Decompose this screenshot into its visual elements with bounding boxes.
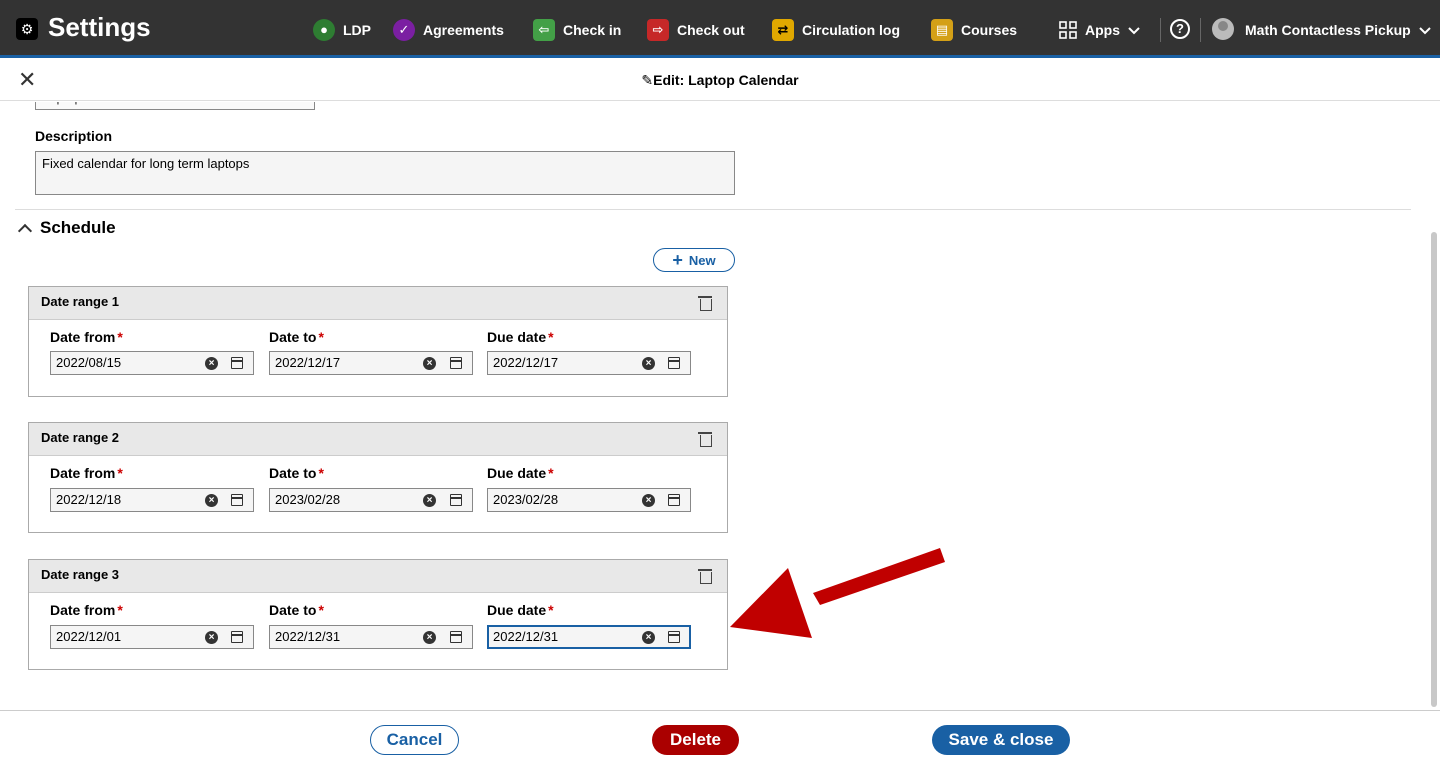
date-range-title: Date range 2 [41, 430, 120, 445]
due-date-input[interactable]: 2022/12/31 [487, 625, 691, 649]
clear-icon[interactable]: × [423, 357, 436, 370]
nav-item-circulation-log[interactable]: ⇄ Circulation log [772, 17, 900, 43]
due-date-input[interactable]: 2023/02/28 [487, 488, 691, 512]
plus-icon: + [672, 250, 683, 270]
nav-label: LDP [343, 22, 371, 38]
page-title: ✎Edit: Laptop Calendar [641, 72, 799, 88]
agreements-icon: ✓ [393, 19, 415, 41]
clear-icon[interactable]: × [423, 494, 436, 507]
pencil-icon: ✎ [641, 72, 654, 88]
apps-menu-button[interactable]: Apps [1059, 17, 1140, 43]
date-to-input[interactable]: 2023/02/28 [269, 488, 473, 512]
avatar[interactable] [1212, 18, 1234, 40]
trash-icon[interactable] [698, 569, 712, 584]
date-range-header: Date range 1 [29, 287, 727, 320]
due-date-label: Due date * [487, 465, 554, 481]
calendar-icon[interactable] [668, 494, 680, 506]
nav-label: Circulation log [802, 22, 900, 38]
nav-item-agreements[interactable]: ✓ Agreements [393, 17, 504, 43]
nav-label: Check in [563, 22, 622, 38]
cancel-button[interactable]: Cancel [370, 725, 459, 755]
nav-item-check-in[interactable]: ⇦ Check in [533, 17, 621, 43]
check-in-icon: ⇦ [533, 19, 555, 41]
clear-icon[interactable]: × [423, 631, 436, 644]
calendar-icon[interactable] [450, 631, 462, 643]
date-range-card: Date range 2 Date from * 2022/12/18 × Dat… [28, 422, 728, 533]
clear-icon[interactable]: × [642, 494, 655, 507]
date-from-label: Date from * [50, 602, 123, 618]
schedule-section-toggle[interactable]: Schedule [16, 218, 116, 239]
check-out-icon: ⇨ [647, 19, 669, 41]
chevron-up-icon [17, 223, 33, 239]
date-to-label: Date to * [269, 602, 324, 618]
circulation-log-icon: ⇄ [772, 19, 794, 41]
chevron-down-icon [1128, 22, 1140, 38]
due-date-input[interactable]: 2022/12/17 [487, 351, 691, 375]
nav-item-ldp[interactable]: ● LDP [313, 17, 371, 43]
due-date-label: Due date * [487, 329, 554, 345]
user-menu-button[interactable]: Math Contactless Pickup [1245, 17, 1431, 43]
name-field[interactable]: Laptop Calendar [35, 102, 315, 110]
new-date-range-button[interactable]: + New [653, 248, 735, 272]
calendar-icon[interactable] [450, 357, 462, 369]
date-range-header: Date range 3 [29, 560, 727, 593]
nav-divider [1160, 18, 1161, 42]
edit-pane-header: ✕ ✎Edit: Laptop Calendar [0, 61, 1440, 101]
calendar-icon[interactable] [668, 631, 680, 643]
form-footer: Cancel Delete Save & close [0, 710, 1440, 766]
apps-grid-icon [1059, 21, 1077, 39]
date-range-card: Date range 3 Date from * 2022/12/01 × Dat… [28, 559, 728, 670]
settings-gear-icon[interactable]: ⚙ [16, 18, 38, 40]
clear-icon[interactable]: × [205, 357, 218, 370]
app-title[interactable]: Settings [48, 12, 151, 43]
date-from-input[interactable]: 2022/12/18 [50, 488, 254, 512]
save-and-close-button[interactable]: Save & close [932, 725, 1070, 755]
date-range-title: Date range 1 [41, 294, 120, 309]
date-to-input[interactable]: 2022/12/17 [269, 351, 473, 375]
nav-label: Courses [961, 22, 1018, 38]
due-date-label: Due date * [487, 602, 554, 618]
scrollbar[interactable] [1431, 232, 1437, 707]
courses-icon: ▤ [931, 19, 953, 41]
schedule-title: Schedule [40, 218, 116, 237]
section-divider [15, 209, 1411, 210]
date-range-card: Date range 1 Date from * 2022/08/15 × Dat… [28, 286, 728, 397]
description-label: Description [35, 128, 113, 144]
edit-form-content[interactable]: Laptop Calendar Description Fixed calend… [0, 102, 1440, 710]
date-from-label: Date from * [50, 465, 123, 481]
date-from-label: Date from * [50, 329, 123, 345]
calendar-icon[interactable] [231, 631, 243, 643]
date-range-header: Date range 2 [29, 423, 727, 456]
clear-icon[interactable]: × [642, 631, 655, 644]
ldp-icon: ● [313, 19, 335, 41]
top-navigation-bar: ⚙ Settings ● LDP ✓ Agreements ⇦ Check in… [0, 0, 1440, 58]
description-textarea[interactable]: Fixed calendar for long term laptops [35, 151, 735, 195]
trash-icon[interactable] [698, 432, 712, 447]
clear-icon[interactable]: × [205, 494, 218, 507]
nav-item-check-out[interactable]: ⇨ Check out [647, 17, 745, 43]
date-to-label: Date to * [269, 329, 324, 345]
calendar-icon[interactable] [231, 357, 243, 369]
delete-button[interactable]: Delete [652, 725, 739, 755]
trash-icon[interactable] [698, 296, 712, 311]
calendar-icon[interactable] [231, 494, 243, 506]
calendar-icon[interactable] [450, 494, 462, 506]
date-from-input[interactable]: 2022/08/15 [50, 351, 254, 375]
chevron-down-icon [1418, 22, 1431, 38]
apps-label: Apps [1085, 22, 1120, 38]
calendar-icon[interactable] [668, 357, 680, 369]
nav-label: Agreements [423, 22, 504, 38]
nav-label: Check out [677, 22, 745, 38]
nav-divider [1200, 18, 1201, 42]
user-label: Math Contactless Pickup [1245, 22, 1411, 38]
date-to-label: Date to * [269, 465, 324, 481]
help-icon[interactable]: ? [1170, 19, 1190, 39]
clear-icon[interactable]: × [642, 357, 655, 370]
clear-icon[interactable]: × [205, 631, 218, 644]
nav-item-courses[interactable]: ▤ Courses [931, 17, 1017, 43]
date-range-title: Date range 3 [41, 567, 120, 582]
annotation-arrow [730, 548, 945, 638]
date-to-input[interactable]: 2022/12/31 [269, 625, 473, 649]
date-from-input[interactable]: 2022/12/01 [50, 625, 254, 649]
